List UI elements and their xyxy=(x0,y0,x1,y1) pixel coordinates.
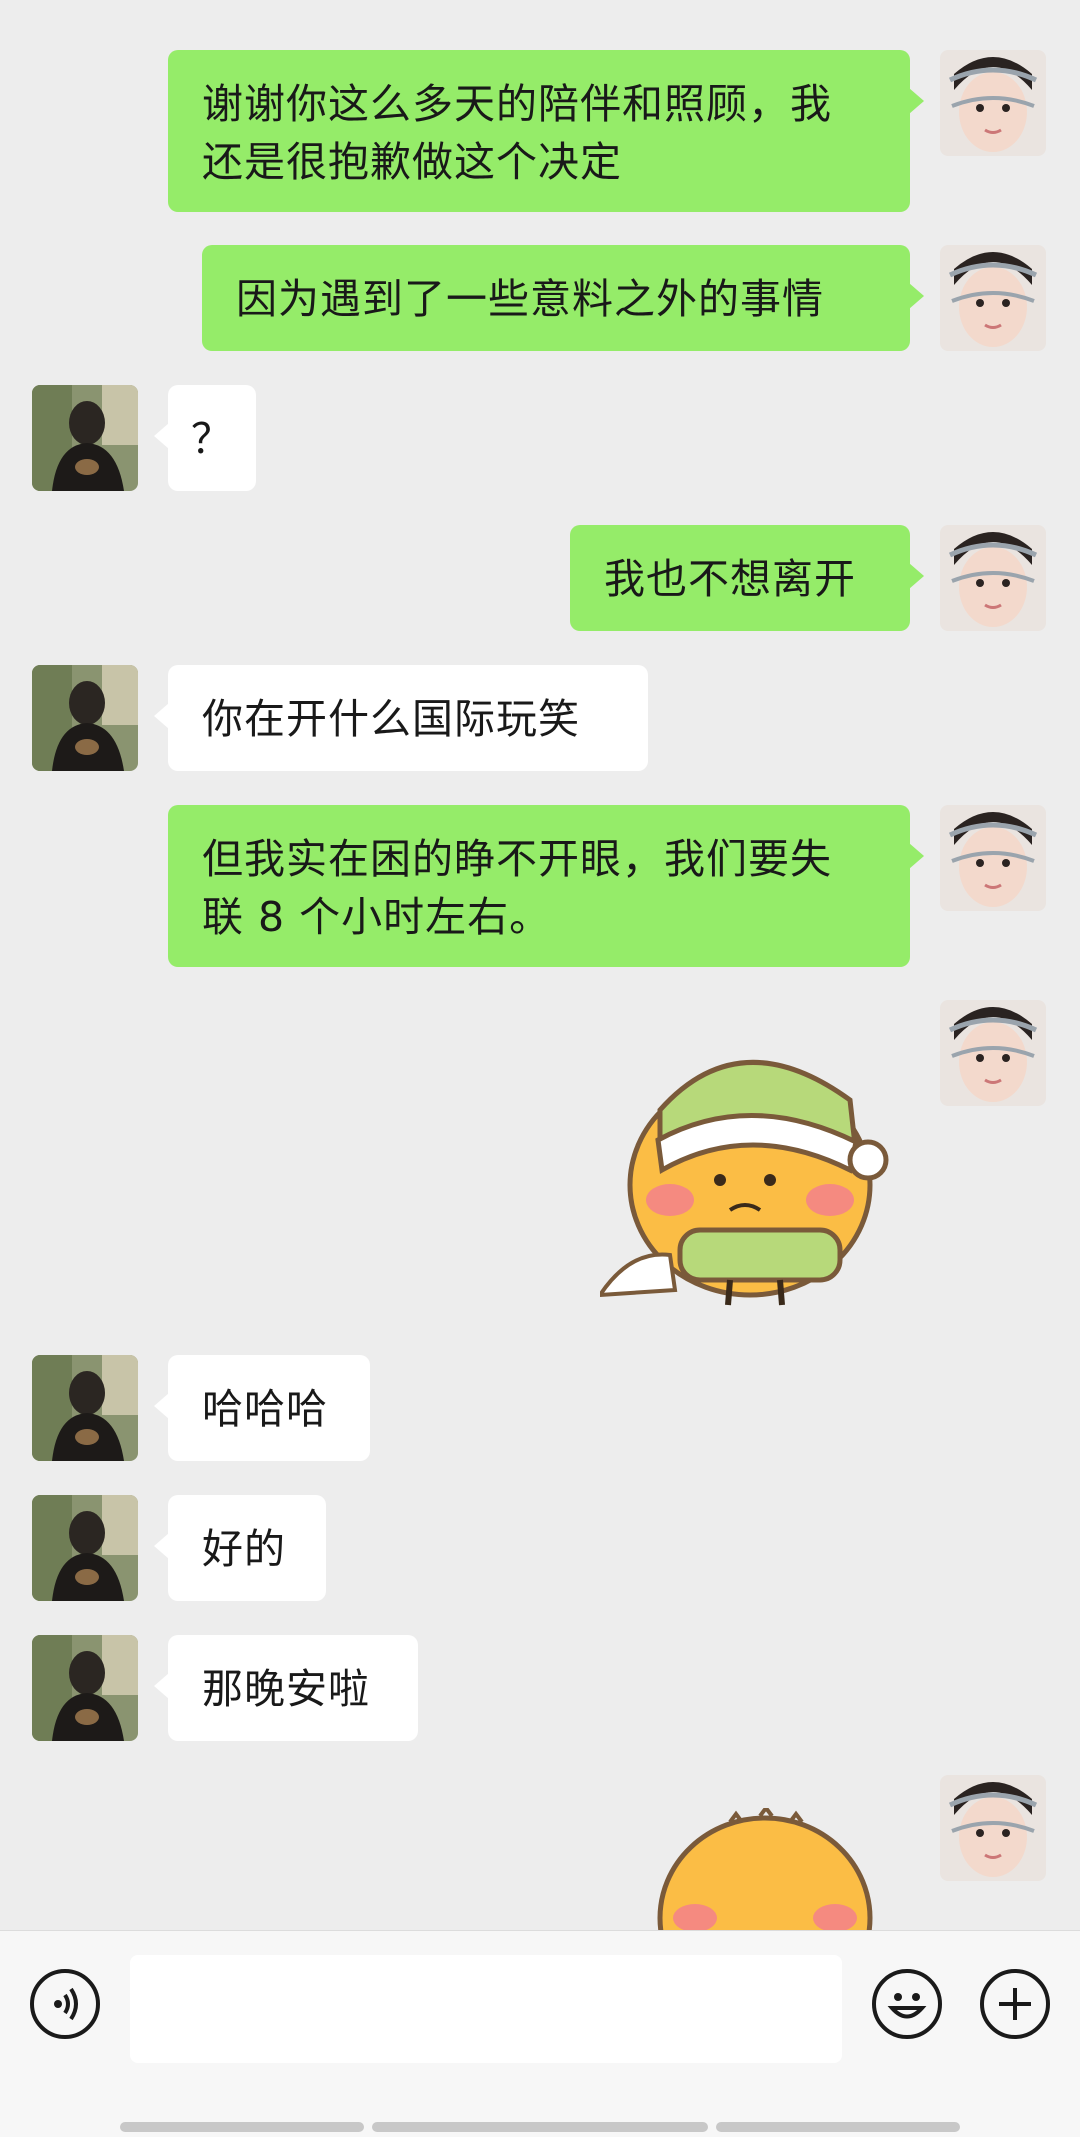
contact-avatar[interactable] xyxy=(32,1495,138,1601)
voice-icon[interactable] xyxy=(30,1969,100,2039)
my-avatar[interactable] xyxy=(940,50,1046,156)
message-bubble-received[interactable]: 那晚安啦 xyxy=(154,1635,418,1741)
message-bubble-sent[interactable]: 因为遇到了一些意料之外的事情 xyxy=(202,245,924,351)
home-indicator-segment xyxy=(716,2122,960,2132)
home-indicator-segment xyxy=(372,2122,708,2132)
message-bubble-sent[interactable]: 谢谢你这么多天的陪伴和照顾，我 还是很抱歉做这个决定 xyxy=(168,50,924,212)
message-bubble-sent[interactable]: 但我实在困的睁不开眼，我们要失 联 8 个小时左右。 xyxy=(168,805,924,967)
sleepy-bun-sticker[interactable] xyxy=(596,1030,900,1310)
message-bubble-received[interactable]: 哈哈哈 xyxy=(154,1355,370,1461)
emoji-icon[interactable] xyxy=(872,1969,942,2039)
my-avatar[interactable] xyxy=(940,525,1046,631)
my-avatar[interactable] xyxy=(940,805,1046,911)
contact-avatar[interactable] xyxy=(32,1355,138,1461)
contact-avatar[interactable] xyxy=(32,385,138,491)
home-indicator-segment xyxy=(120,2122,364,2132)
chat-area[interactable]: 谢谢你这么多天的陪伴和照顾，我 还是很抱歉做这个决定 因为遇到了一些意料之外的事… xyxy=(0,0,1080,1930)
avatar-image xyxy=(32,1355,138,1461)
bun-sticker[interactable] xyxy=(650,1808,880,1930)
contact-avatar[interactable] xyxy=(32,665,138,771)
sticker-image xyxy=(657,1808,873,1930)
plus-icon-glyph xyxy=(999,1988,1031,2020)
avatar-image xyxy=(940,1000,1046,1106)
message-bubble-received[interactable]: 好的 xyxy=(154,1495,326,1601)
my-avatar[interactable] xyxy=(940,245,1046,351)
avatar-image xyxy=(940,245,1046,351)
message-bubble-received[interactable]: 你在开什么国际玩笑 xyxy=(154,665,648,771)
avatar-image xyxy=(32,1495,138,1601)
message-bubble-sent[interactable]: 我也不想离开 xyxy=(570,525,924,631)
input-bar xyxy=(0,1930,1080,2137)
message-bubble-received[interactable]: ？ xyxy=(154,385,256,491)
emoji-icon-glyph xyxy=(887,1993,927,2019)
avatar-image xyxy=(32,1635,138,1741)
avatar-image xyxy=(940,1775,1046,1881)
avatar-image xyxy=(32,665,138,771)
message-input[interactable] xyxy=(130,1955,842,2063)
contact-avatar[interactable] xyxy=(32,1635,138,1741)
avatar-image xyxy=(940,525,1046,631)
my-avatar[interactable] xyxy=(940,1775,1046,1881)
avatar-image xyxy=(940,50,1046,156)
avatar-image xyxy=(940,805,1046,911)
plus-icon[interactable] xyxy=(980,1969,1050,2039)
voice-icon-glyph xyxy=(54,1987,78,2021)
sticker-image xyxy=(596,1060,889,1306)
my-avatar[interactable] xyxy=(940,1000,1046,1106)
avatar-image xyxy=(32,385,138,491)
